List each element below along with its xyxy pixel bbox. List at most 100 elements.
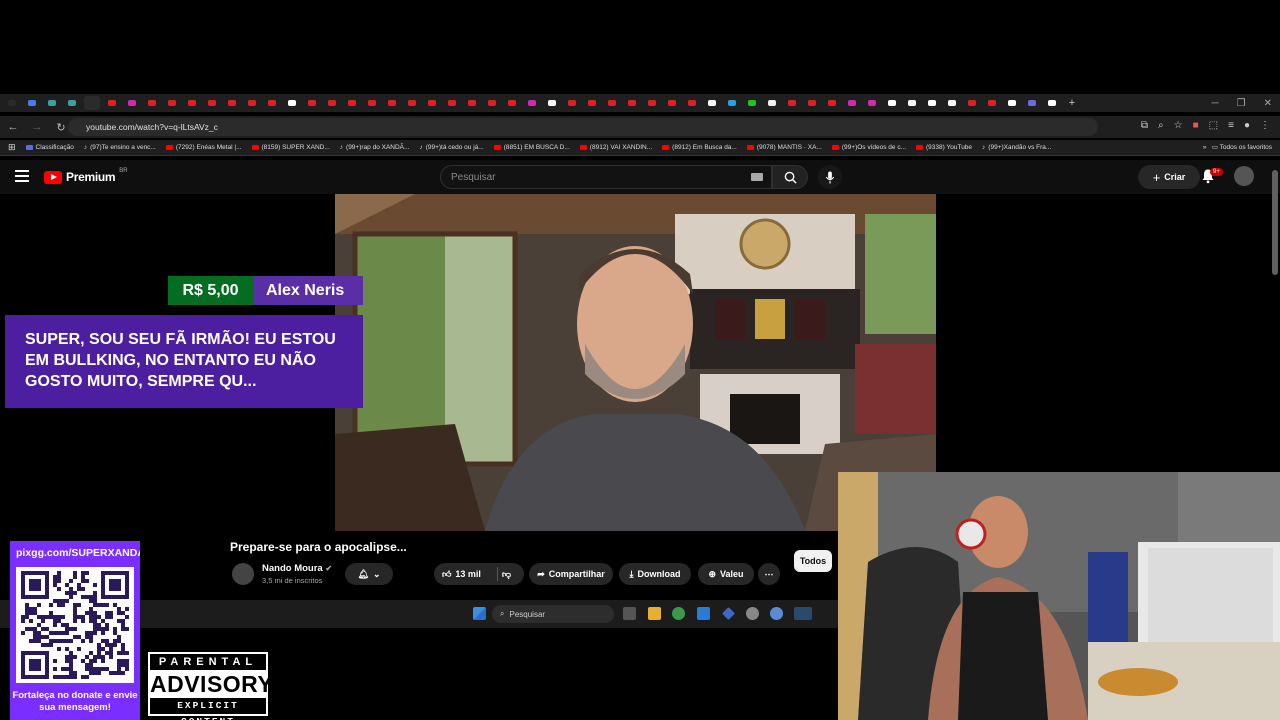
extensions-puzzle-icon[interactable]: ⬚ — [1209, 120, 1218, 131]
bookmark-item[interactable]: Classificação — [25, 144, 74, 151]
browser-tab[interactable] — [784, 96, 800, 110]
browser-tab[interactable] — [584, 96, 600, 110]
bookmark-item[interactable]: (8159) SUPER XAND... — [251, 144, 330, 151]
restore-icon[interactable]: ❐ — [1237, 98, 1246, 109]
browser-tab[interactable] — [924, 96, 940, 110]
keyboard-icon[interactable] — [751, 173, 763, 181]
bookmark-star-icon[interactable]: ☆ — [1174, 120, 1183, 131]
browser-tab[interactable] — [964, 96, 980, 110]
browser-tab[interactable] — [344, 96, 360, 110]
more-actions-button[interactable]: ⋯ — [758, 563, 780, 585]
filter-chip-all[interactable]: Todos — [794, 550, 832, 572]
subscription-bell-button[interactable]: 🔔︎ ⌄ — [345, 563, 393, 585]
channel-name[interactable]: Nando Moura ✔ — [262, 563, 332, 574]
create-button[interactable]: + Criar — [1138, 165, 1200, 189]
browser-tab[interactable] — [204, 96, 220, 110]
browser-tab[interactable] — [1024, 96, 1040, 110]
browser-tab[interactable] — [864, 96, 880, 110]
browser-tab[interactable] — [684, 96, 700, 110]
like-button[interactable]: 👍︎ 13 mil 👎︎ — [434, 563, 524, 585]
browser-tab[interactable] — [44, 96, 60, 110]
url-field[interactable]: youtube.com/watch?v=q-lLtsAVz_c — [68, 118, 1098, 136]
thumbs-down-icon[interactable]: 👎︎ — [502, 569, 511, 580]
settings-icon[interactable] — [770, 607, 783, 620]
browser-tab[interactable] — [844, 96, 860, 110]
browser-tab[interactable] — [484, 96, 500, 110]
browser-tab[interactable] — [904, 96, 920, 110]
browser-tab[interactable] — [24, 96, 40, 110]
taskbar-search[interactable]: ⌕ Pesquisar — [492, 605, 614, 623]
windows-start-icon[interactable] — [473, 607, 486, 620]
youtube-logo[interactable]: Premium BR — [44, 168, 128, 184]
back-icon[interactable]: ← — [6, 121, 20, 133]
browser-tab[interactable] — [144, 96, 160, 110]
share-button[interactable]: ➦ Compartilhar — [529, 563, 613, 585]
browser-tab[interactable] — [884, 96, 900, 110]
browser-tab[interactable] — [164, 96, 180, 110]
browser-tab[interactable] — [124, 96, 140, 110]
bookmark-item[interactable]: ♪ (99+)Xandão vs Fra... — [982, 144, 1051, 151]
bookmark-item[interactable]: (8912) VAI XANDIN... — [579, 144, 652, 151]
browser-tab[interactable] — [824, 96, 840, 110]
browser-tab[interactable] — [664, 96, 680, 110]
account-avatar[interactable] — [1234, 166, 1254, 186]
file-explorer-icon[interactable] — [648, 607, 661, 620]
app-icon[interactable] — [722, 607, 735, 620]
browser-tab[interactable] — [4, 96, 20, 110]
browser-tab[interactable] — [504, 96, 520, 110]
voice-search-button[interactable] — [818, 165, 842, 189]
bookmark-item[interactable]: (8912) Em Busca da... — [662, 144, 737, 151]
browser-tab[interactable] — [944, 96, 960, 110]
browser-tab[interactable] — [264, 96, 280, 110]
browser-tab[interactable] — [524, 96, 540, 110]
search-input[interactable]: Pesquisar — [440, 165, 772, 189]
browser-tab[interactable] — [544, 96, 560, 110]
apps-grid-icon[interactable]: ⊞ — [8, 142, 16, 153]
browser-tab[interactable] — [364, 96, 380, 110]
browser-tab[interactable] — [444, 96, 460, 110]
browser-tab[interactable] — [804, 96, 820, 110]
chrome-icon[interactable] — [672, 607, 685, 620]
bookmark-item[interactable]: (99+)Os vídeos de c... — [831, 144, 906, 151]
browser-tab[interactable] — [644, 96, 660, 110]
reload-icon[interactable]: ↻ — [54, 121, 68, 134]
browser-tab[interactable] — [464, 96, 480, 110]
menu-icon[interactable] — [15, 170, 29, 182]
browser-tab[interactable] — [284, 96, 300, 110]
media-icon[interactable]: ≡ — [1228, 120, 1234, 131]
browser-tab[interactable] — [764, 96, 780, 110]
browser-tab[interactable] — [404, 96, 420, 110]
browser-tab[interactable] — [1004, 96, 1020, 110]
steam-icon[interactable] — [794, 607, 812, 620]
obs-icon[interactable] — [746, 607, 759, 620]
bookmark-item[interactable]: (7292) Enéas Metal |... — [165, 144, 242, 151]
channel-avatar[interactable] — [232, 563, 254, 585]
forward-icon[interactable]: → — [30, 121, 44, 133]
browser-tab[interactable] — [744, 96, 760, 110]
browser-tab[interactable] — [624, 96, 640, 110]
profile-icon[interactable]: ● — [1244, 120, 1250, 131]
cast-icon[interactable]: ⧉ — [1141, 120, 1148, 131]
zoom-icon[interactable]: ⌕ — [1158, 120, 1164, 131]
page-scrollbar[interactable] — [1272, 170, 1278, 275]
browser-tab[interactable] — [324, 96, 340, 110]
browser-tab[interactable] — [724, 96, 740, 110]
bookmark-item[interactable]: ♪ (99+)tá cedo ou já... — [419, 144, 483, 151]
browser-tab[interactable] — [704, 96, 720, 110]
minimize-icon[interactable]: ─ — [1212, 98, 1219, 109]
browser-tab[interactable] — [604, 96, 620, 110]
bookmark-item[interactable]: ♪ (97)Te ensino a venc... — [84, 144, 156, 151]
browser-tab[interactable] — [244, 96, 260, 110]
browser-tab[interactable] — [304, 96, 320, 110]
all-bookmarks[interactable]: » ▭ Todos os favoritos — [1203, 143, 1272, 151]
browser-tab[interactable] — [984, 96, 1000, 110]
download-button[interactable]: ⤓ Download — [619, 563, 691, 585]
menu-dots-icon[interactable]: ⋮ — [1260, 120, 1270, 131]
bookmark-item[interactable]: ♪ (99+)rap do XANDÃ... — [340, 144, 410, 151]
browser-tab[interactable] — [84, 96, 100, 110]
close-window-icon[interactable]: ✕ — [1264, 98, 1272, 109]
task-view-icon[interactable] — [623, 607, 636, 620]
app-icon[interactable] — [697, 607, 710, 620]
browser-tab[interactable] — [384, 96, 400, 110]
browser-tab[interactable] — [564, 96, 580, 110]
